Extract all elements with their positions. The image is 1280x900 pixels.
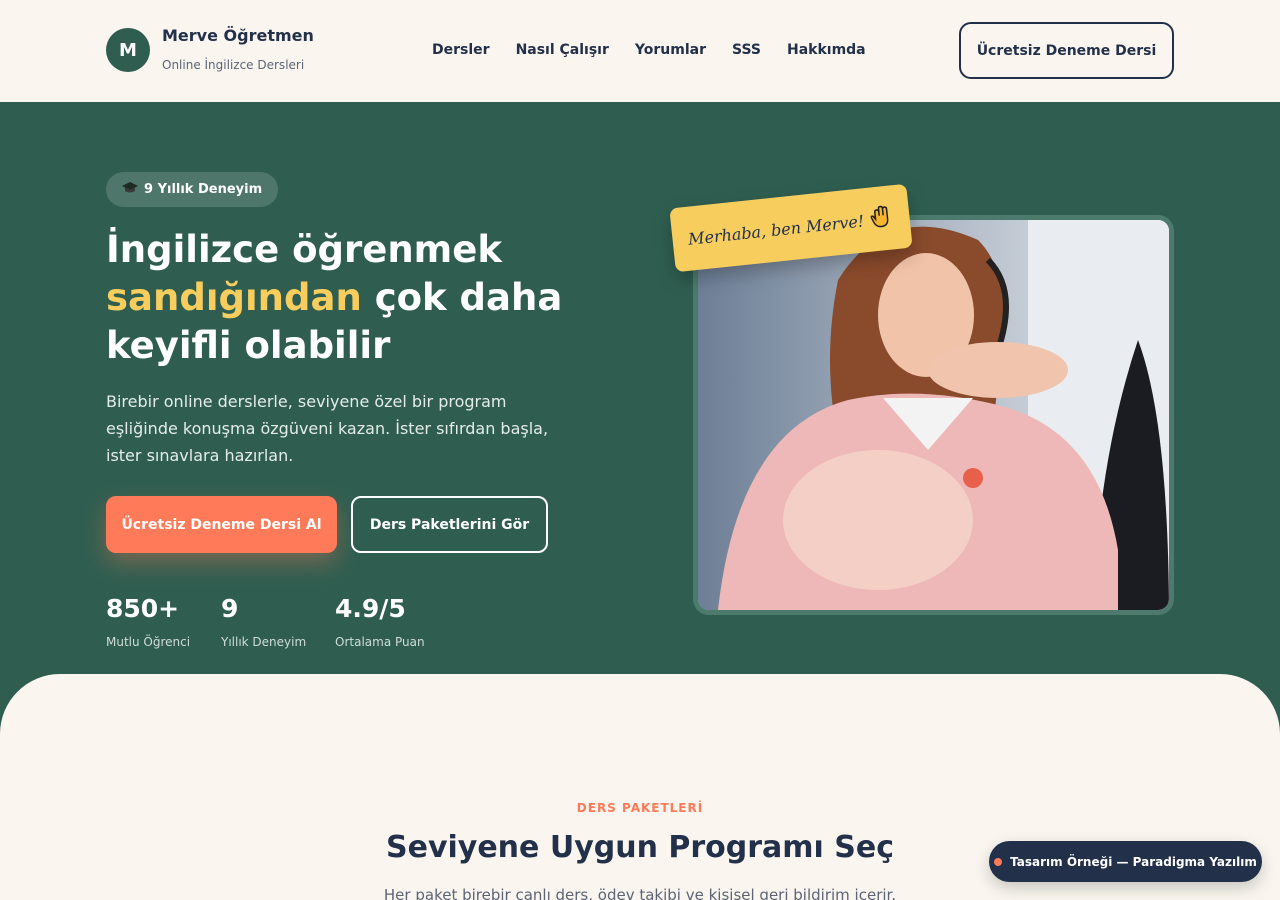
- teacher-photo: [693, 215, 1174, 615]
- hero-title-line3: keyifli olabilir: [106, 324, 391, 367]
- hero-title-highlight: sandığından: [106, 276, 362, 319]
- section-description: Her paket birebir canlı ders, ödev takib…: [383, 886, 897, 900]
- header-cta-button[interactable]: Ücretsiz Deneme Dersi: [959, 22, 1174, 79]
- section-kicker: DERS PAKETLERİ: [576, 801, 704, 815]
- design-credit-label: Tasarım Örneği — Paradigma Yazılım: [1010, 854, 1257, 869]
- nav-item-sss[interactable]: SSS: [732, 42, 761, 58]
- hero-title: İngilizce öğrenmek sandığından çok daha …: [106, 226, 626, 370]
- site-header: M Merve Öğretmen Online İngilizce Dersle…: [0, 0, 1280, 102]
- hero-section: 9 Yıllık Deneyim İngilizce öğrenmek sand…: [0, 102, 1280, 742]
- graduation-cap-icon: [122, 181, 138, 198]
- view-packages-button[interactable]: Ders Paketlerini Gör: [351, 496, 548, 553]
- nav-item-dersler[interactable]: Dersler: [432, 42, 490, 58]
- hello-sticker-text: Merhaba, ben Merve!: [687, 210, 866, 249]
- stat-rating: 4.9/5 Ortalama Puan: [335, 594, 425, 649]
- hero-title-rest: çok daha: [361, 276, 563, 319]
- stat-value: 4.9/5: [335, 594, 406, 623]
- stat-value: 850+: [106, 594, 180, 623]
- status-dot-icon: [994, 857, 1003, 866]
- hero-title-line1: İngilizce öğrenmek: [106, 228, 502, 271]
- stat-students: 850+ Mutlu Öğrenci: [106, 594, 190, 649]
- nav-item-yorumlar[interactable]: Yorumlar: [635, 42, 706, 58]
- nav-item-hakkimda[interactable]: Hakkımda: [787, 42, 866, 58]
- stat-label: Mutlu Öğrenci: [106, 635, 191, 649]
- waving-hand-icon: [869, 203, 896, 233]
- stat-experience: 9 Yıllık Deneyim: [221, 594, 306, 649]
- stat-label: Yıllık Deneyim: [221, 635, 307, 649]
- design-credit-badge[interactable]: Tasarım Örneği — Paradigma Yazılım: [989, 841, 1262, 882]
- stat-label: Ortalama Puan: [335, 635, 425, 649]
- experience-badge: 9 Yıllık Deneyim: [106, 172, 279, 207]
- logo-avatar[interactable]: M: [106, 28, 150, 72]
- logo-letter: M: [119, 39, 137, 61]
- experience-badge-label: 9 Yıllık Deneyim: [144, 182, 263, 197]
- free-trial-button[interactable]: Ücretsiz Deneme Dersi Al: [106, 496, 337, 553]
- brand-subtitle: Online İngilizce Dersleri: [162, 58, 305, 72]
- main-nav: Dersler Nasıl Çalışır Yorumlar SSS Hakkı…: [432, 42, 866, 58]
- stat-value: 9: [221, 594, 239, 623]
- brand-name[interactable]: Merve Öğretmen: [162, 26, 314, 45]
- nav-item-nasil-calisir[interactable]: Nasıl Çalışır: [516, 42, 609, 58]
- hero-description: Birebir online derslerle, seviyene özel …: [106, 392, 549, 465]
